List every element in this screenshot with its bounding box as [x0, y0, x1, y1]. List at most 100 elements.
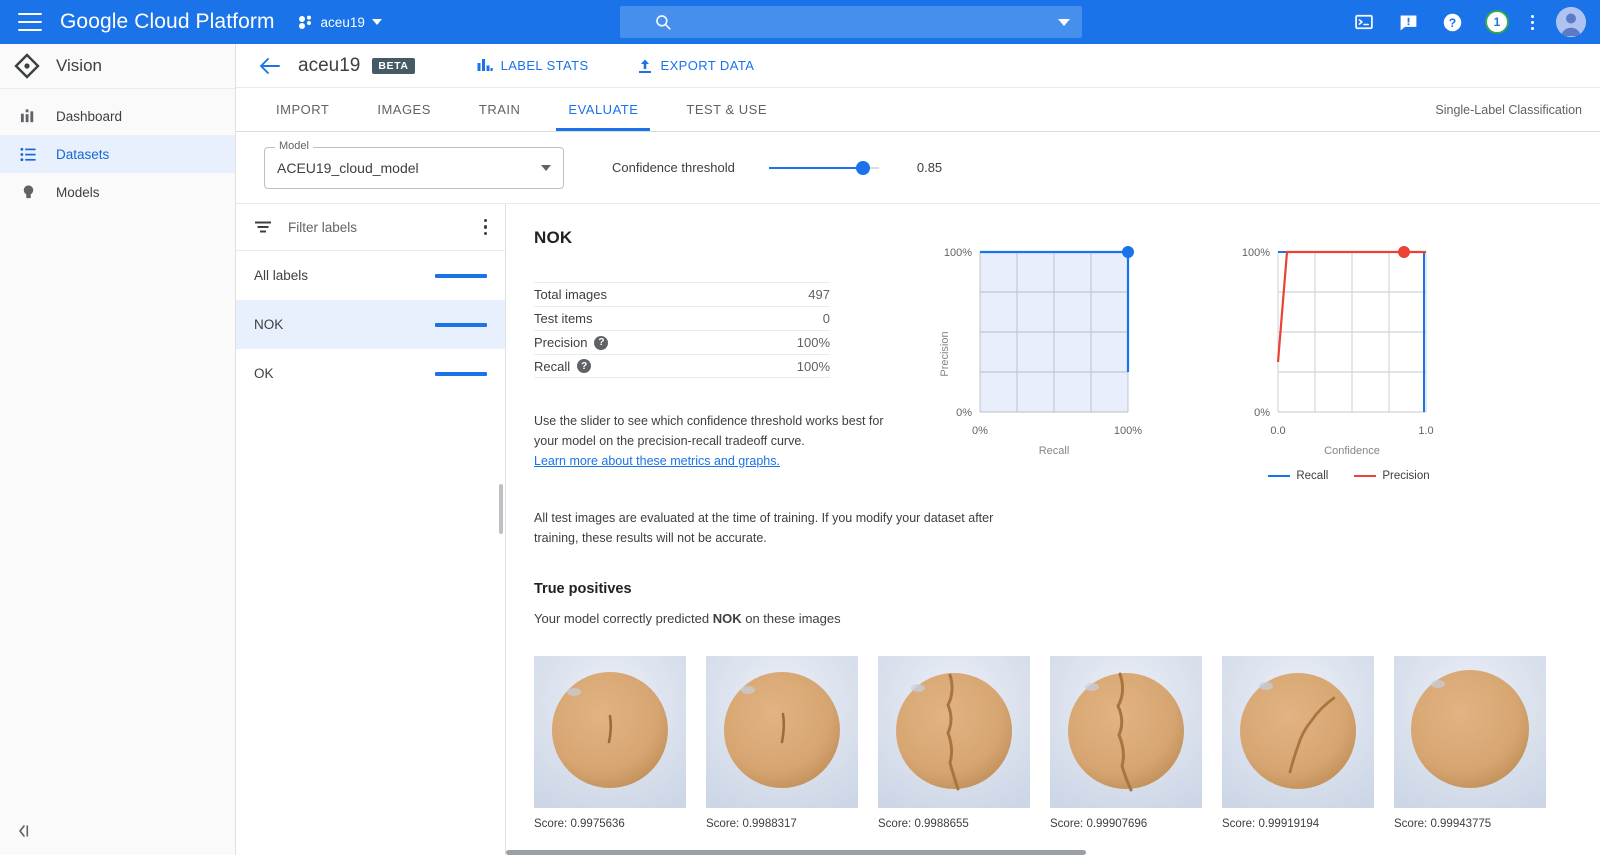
label-name: OK	[254, 366, 274, 381]
true-positives-heading: True positives	[534, 580, 632, 597]
list-item[interactable]: Score: 0.9988317	[706, 655, 858, 830]
help-icon[interactable]: ?	[1441, 11, 1463, 33]
filter-labels-row[interactable]: Filter labels	[236, 204, 505, 251]
slider-knob[interactable]	[856, 160, 871, 175]
legend-swatch-precision	[1354, 474, 1377, 478]
stat-key: Test items	[534, 311, 593, 326]
collapse-sidebar-icon[interactable]	[16, 824, 34, 841]
project-name: aceu19	[320, 14, 365, 30]
sidebar-item-dashboard[interactable]: Dashboard	[0, 97, 235, 135]
sidebar-item-models[interactable]: Models	[0, 173, 235, 211]
list-item[interactable]: Score: 0.9975636	[534, 655, 686, 830]
thumbnail-image[interactable]	[534, 655, 686, 808]
beta-badge: BETA	[372, 57, 415, 74]
label-stats-label: LABEL STATS	[500, 58, 589, 73]
slider-fill	[768, 166, 864, 169]
thumbnail-image[interactable]	[1050, 655, 1202, 808]
feedback-glyph	[1400, 15, 1416, 30]
precision-help-icon[interactable]: ?	[594, 335, 609, 350]
learn-more-link[interactable]: Learn more about these metrics and graph…	[534, 454, 780, 468]
stat-key: Recall	[534, 358, 571, 374]
notification-badge[interactable]: 1	[1485, 10, 1509, 34]
label-row-ok[interactable]: OK	[236, 349, 505, 398]
thumbnail-score: Score: 0.99907696	[1050, 817, 1148, 830]
confidence-threshold-label: Confidence threshold	[612, 160, 735, 175]
list-item[interactable]: Score: 0.99919194	[1222, 655, 1374, 830]
label-count-bar	[435, 322, 487, 327]
sidebar-item-label: Datasets	[56, 146, 110, 162]
user-avatar[interactable]	[1556, 7, 1586, 37]
hamburger-menu-icon[interactable]	[18, 13, 42, 31]
helper-text: Use the slider to see which confidence t…	[534, 414, 884, 448]
product-header[interactable]: Vision	[0, 44, 235, 89]
legend-swatch-recall	[1268, 474, 1291, 478]
label-row-all-labels[interactable]: All labels	[236, 251, 505, 300]
models-bulb-icon	[18, 184, 38, 201]
thumbnail-image[interactable]	[706, 655, 858, 808]
tab-images[interactable]: IMAGES	[353, 88, 455, 131]
cloud-shell-icon[interactable]	[1353, 11, 1375, 33]
evaluation-note: All test images are evaluated at the tim…	[534, 511, 994, 545]
filter-icon	[255, 221, 271, 233]
tp-suffix: on these images	[741, 610, 841, 626]
list-item[interactable]: Score: 0.9988655	[878, 655, 1030, 830]
list-item[interactable]: Score: 0.99943775	[1394, 655, 1546, 830]
chart-legend: Recall Precision	[1268, 470, 1430, 482]
search-dropdown-icon[interactable]	[1058, 18, 1070, 26]
bar-chart-icon	[477, 59, 493, 71]
label-row-nok[interactable]: NOK	[236, 300, 505, 349]
search-input[interactable]	[620, 6, 1082, 38]
classification-type-label: Single-Label Classification	[1435, 102, 1582, 117]
vision-api-icon	[14, 53, 40, 79]
confidence-threshold-slider[interactable]	[768, 158, 879, 178]
pr-ytick-bottom: 0%	[956, 407, 972, 419]
chevron-down-icon	[371, 19, 382, 25]
project-selector[interactable]: aceu19	[297, 15, 382, 30]
thumbnail-image[interactable]	[1394, 655, 1546, 808]
project-selector-icon	[298, 15, 311, 29]
legend-label: Precision	[1382, 470, 1430, 482]
export-data-button[interactable]: EXPORT DATA	[637, 58, 755, 74]
thumbnail-image[interactable]	[878, 655, 1030, 808]
thumbnail-score: Score: 0.99919194	[1222, 817, 1320, 830]
pr-xtick-right: 100%	[1114, 425, 1142, 437]
tab-evaluate[interactable]: EVALUATE	[544, 88, 662, 131]
cloud-shell-glyph	[1355, 14, 1373, 30]
more-vertical-icon[interactable]	[1531, 14, 1534, 30]
stats-table: Total images 497 Test items 0 Precision	[534, 282, 830, 378]
confidence-chart: 100% 0% 0.0 1.0 Confidence Recall Precis…	[1224, 234, 1474, 482]
confidence-curve-svg: 100% 0% 0.0 1.0 Confidence	[1242, 246, 1434, 457]
gcp-brand-title[interactable]: Google Cloud Platform	[60, 10, 275, 34]
label-panel-more-icon[interactable]	[483, 219, 487, 235]
page-title: aceu19	[298, 54, 361, 76]
sidebar-item-label: Models	[56, 184, 100, 200]
cf-xtick-left: 0.0	[1270, 425, 1285, 437]
label-stats-button[interactable]: LABEL STATS	[477, 58, 589, 73]
help-glyph: ?	[1443, 13, 1461, 31]
label-panel-scrollbar[interactable]	[499, 484, 503, 534]
model-select[interactable]: Model ACEU19_cloud_model	[264, 139, 564, 189]
back-arrow-icon[interactable]	[252, 57, 288, 75]
tab-train[interactable]: TRAIN	[455, 88, 545, 131]
sidebar-item-datasets[interactable]: Datasets	[0, 135, 235, 173]
label-count-bar	[435, 273, 487, 278]
list-item[interactable]: Score: 0.99907696	[1050, 655, 1202, 830]
evaluation-charts: Precision 100% 0% 0% 100% Recall 100% 0%…	[926, 234, 1474, 482]
thumbnail-score: Score: 0.9988317	[706, 817, 797, 830]
horizontal-scrollbar[interactable]	[506, 850, 1086, 855]
legend-label: Recall	[1296, 470, 1329, 482]
thumbnail-image[interactable]	[1222, 655, 1374, 808]
label-detail-pane: NOK Total images 497 Test items 0 Precis…	[506, 204, 1600, 855]
stat-key: Total images	[534, 287, 607, 302]
tp-prefix: Your model correctly predicted	[534, 610, 713, 626]
app-shell: Vision Dashboard Datasets Models aceu19 …	[0, 44, 1600, 855]
filter-labels-input[interactable]: Filter labels	[288, 220, 357, 235]
top-bar-actions: ? 1	[1353, 7, 1600, 37]
recall-help-icon[interactable]: ?	[577, 359, 592, 373]
chevron-down-icon	[541, 164, 551, 171]
tab-import[interactable]: IMPORT	[252, 88, 353, 131]
product-name: Vision	[56, 56, 102, 75]
tab-test-and-use[interactable]: TEST & USE	[662, 88, 791, 131]
feedback-icon[interactable]	[1397, 11, 1419, 33]
table-row: Precision ? 100%	[534, 330, 830, 354]
